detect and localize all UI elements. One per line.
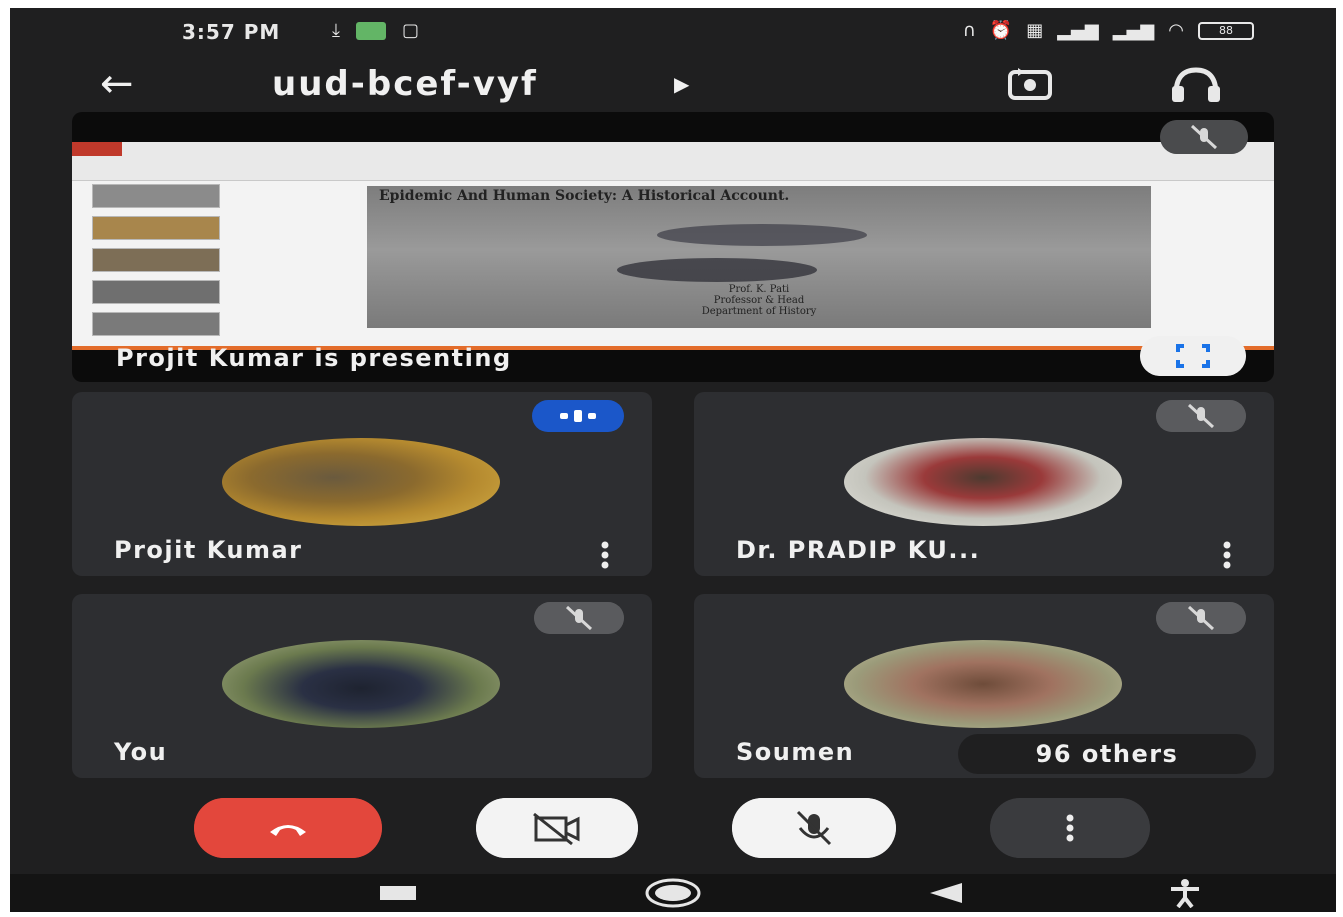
battery-icon: 88 (1198, 22, 1254, 40)
chevron-right-icon[interactable]: ▶ (674, 72, 689, 96)
meeting-code[interactable]: uud-bcef-vyf (272, 64, 538, 104)
signal-icon-2: ▂▄▆ (1112, 20, 1155, 41)
system-nav-bar (10, 874, 1336, 912)
participant-name: You (114, 738, 168, 766)
current-slide: Epidemic And Human Society: A Historical… (367, 186, 1151, 328)
thumbnail (92, 216, 220, 240)
mic-off-icon (1156, 602, 1246, 634)
alarm-icon: ⏰ (989, 20, 1013, 41)
meet-app-screen: 3:57 PM ⤓ ▢ ∩ ⏰ ▦ ▂▄▆ ▂▄▆ ◠ 88 ← uud-bce… (10, 8, 1336, 912)
slide-image (657, 224, 867, 246)
status-system-icons: ∩ ⏰ ▦ ▂▄▆ ▂▄▆ ◠ 88 (963, 21, 1254, 41)
slide-thumbnails (92, 184, 224, 346)
camera-icon: ▢ (401, 20, 419, 41)
thumbnail (92, 184, 220, 208)
home-icon[interactable] (644, 878, 702, 908)
avatar (222, 640, 500, 728)
status-time: 3:57 PM (182, 20, 281, 44)
mic-off-button[interactable] (732, 798, 896, 858)
volte-icon: ▦ (1026, 20, 1044, 41)
thumbnail (92, 248, 220, 272)
slide-subtitle-line: Prof. K. Pati (728, 284, 790, 295)
presentation-tile[interactable]: Epidemic And Human Society: A Historical… (72, 112, 1274, 382)
avatar (844, 438, 1122, 526)
shared-screen: Epidemic And Human Society: A Historical… (72, 142, 1274, 348)
others-count-button[interactable]: 96 others (958, 734, 1256, 774)
camera-off-button[interactable] (476, 798, 638, 858)
participant-tile[interactable]: Projit Kumar (72, 392, 652, 576)
mic-off-icon (1156, 400, 1246, 432)
participant-tile[interactable]: You (72, 594, 652, 778)
headphone-status-icon: ∩ (962, 20, 976, 41)
thumbnail (92, 312, 220, 336)
back-triangle-icon[interactable] (928, 882, 964, 904)
speaking-indicator-icon (532, 400, 624, 432)
app-ribbon (72, 142, 1274, 181)
more-vertical-icon[interactable] (600, 540, 610, 570)
accessibility-icon[interactable] (1168, 878, 1202, 908)
thumbnail (92, 280, 220, 304)
participant-tile[interactable]: Soumen 96 others (694, 594, 1274, 778)
mic-off-icon (1160, 120, 1248, 154)
slide-image (617, 258, 817, 282)
slide-subtitle-line: Department of History (701, 306, 817, 317)
meeting-header: ← uud-bcef-vyf ▶ (10, 58, 1336, 118)
status-notification-icons: ⤓ ▢ (332, 21, 419, 41)
participant-name: Projit Kumar (114, 536, 303, 564)
status-bar: 3:57 PM ⤓ ▢ ∩ ⏰ ▦ ▂▄▆ ▂▄▆ ◠ 88 (10, 8, 1336, 58)
more-vertical-icon[interactable] (1222, 540, 1232, 570)
call-controls (10, 794, 1336, 864)
avatar (844, 640, 1122, 728)
signal-icon: ▂▄▆ (1057, 20, 1099, 41)
fullscreen-icon[interactable] (1140, 336, 1246, 376)
ribbon-file-tab (72, 142, 122, 156)
recent-apps-icon[interactable] (380, 886, 416, 900)
wifi-icon: ◠ (1168, 20, 1184, 41)
avatar (222, 438, 500, 526)
participant-name: Soumen (736, 738, 855, 766)
camera-switch-icon[interactable] (1002, 64, 1058, 104)
more-options-button[interactable] (990, 798, 1150, 858)
slide-subtitle: Prof. K. Pati Professor & Head Departmen… (367, 284, 1151, 317)
presenting-label: Projit Kumar is presenting (116, 344, 512, 372)
participant-tile[interactable]: Dr. PRADIP KU... (694, 392, 1274, 576)
participant-name: Dr. PRADIP KU... (736, 536, 981, 564)
arrow-left-icon[interactable]: ← (100, 62, 134, 106)
mic-off-icon (534, 602, 624, 634)
download-icon: ⤓ (332, 20, 340, 41)
headset-icon[interactable] (1166, 64, 1226, 104)
slide-title: Epidemic And Human Society: A Historical… (379, 188, 790, 204)
end-call-button[interactable] (194, 798, 382, 858)
slide-subtitle-line: Professor & Head (713, 295, 805, 306)
whatsapp-icon (355, 22, 386, 40)
